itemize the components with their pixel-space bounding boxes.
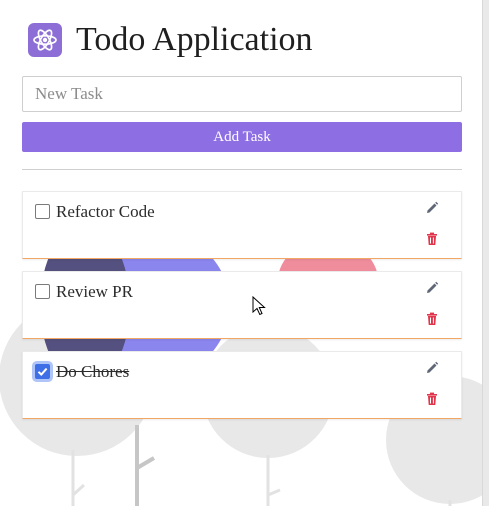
trash-icon[interactable] (425, 392, 439, 406)
add-task-button[interactable]: Add Task (22, 122, 462, 152)
pencil-icon[interactable] (425, 201, 439, 215)
new-task-input[interactable] (22, 76, 462, 112)
todo-label: Review PR (56, 282, 133, 301)
todo-item: Review PR (22, 271, 462, 339)
app-header: Todo Application (28, 21, 313, 58)
divider (22, 169, 462, 170)
trash-icon[interactable] (425, 312, 439, 326)
todo-item: Do Chores (22, 351, 462, 419)
todo-item: Refactor Code (22, 191, 462, 259)
atom-icon-glyph (33, 29, 57, 51)
page-title: Todo Application (76, 21, 313, 58)
atom-icon (28, 23, 62, 57)
todo-checkbox[interactable] (35, 284, 50, 299)
todo-label: Refactor Code (56, 202, 155, 221)
todo-checkbox[interactable] (35, 364, 50, 379)
pencil-icon[interactable] (425, 281, 439, 295)
check-icon (37, 367, 48, 376)
scrollbar-track[interactable] (482, 0, 489, 506)
todo-checkbox[interactable] (35, 204, 50, 219)
mouse-cursor-icon (252, 296, 266, 316)
todo-label: Do Chores (56, 362, 130, 381)
pencil-icon[interactable] (425, 361, 439, 375)
trash-icon[interactable] (425, 232, 439, 246)
